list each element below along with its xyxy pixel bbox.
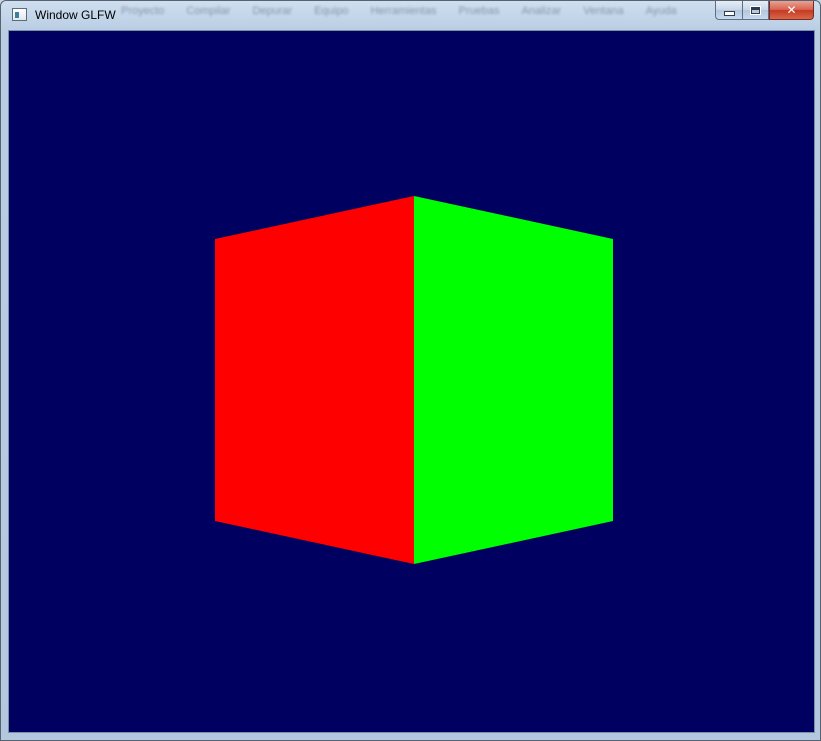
caption-buttons: ✕	[715, 1, 814, 20]
title-bar[interactable]: Window GLFW ✕	[1, 1, 820, 29]
background-app-edge	[1, 31, 8, 731]
window-title: Window GLFW	[35, 8, 116, 22]
cube-left-face	[215, 196, 414, 564]
maximize-button[interactable]	[742, 1, 769, 20]
opengl-viewport[interactable]	[9, 31, 814, 732]
close-icon: ✕	[786, 3, 797, 17]
minimize-icon	[723, 11, 735, 16]
cube-render	[9, 31, 814, 732]
app-window-icon[interactable]	[12, 8, 27, 21]
minimize-button[interactable]	[715, 1, 742, 20]
cube-right-face	[414, 196, 613, 564]
close-button[interactable]: ✕	[769, 1, 814, 20]
maximize-icon	[750, 5, 761, 15]
glfw-window: Proyecto Compilar Depurar Equipo Herrami…	[0, 0, 821, 741]
